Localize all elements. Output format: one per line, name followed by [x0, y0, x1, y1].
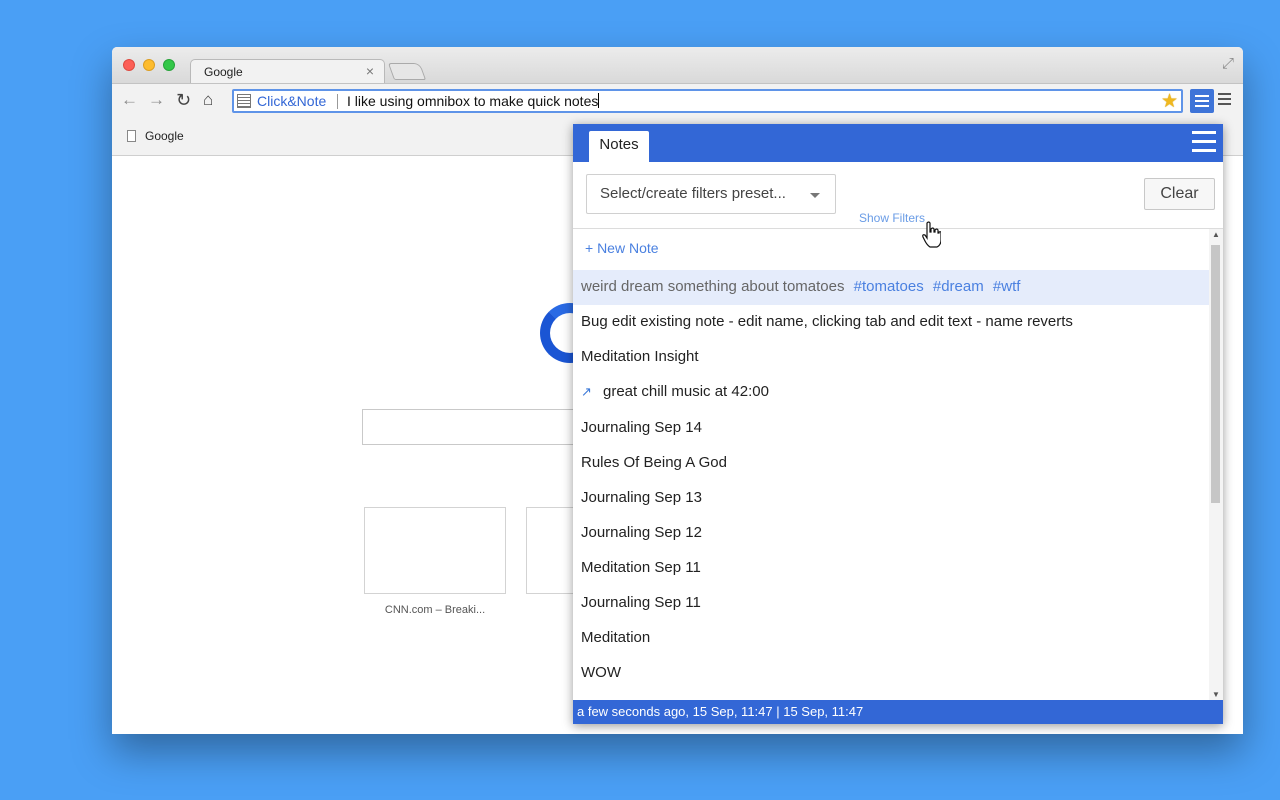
note-item[interactable]: Meditation Sep 11: [573, 551, 1209, 586]
popup-menu-icon[interactable]: [1192, 131, 1216, 158]
note-item[interactable]: Journaling Sep 12: [573, 516, 1209, 551]
note-title: Rules Of Being A God: [581, 454, 727, 471]
note-tag[interactable]: #dream: [933, 278, 984, 295]
browser-tab[interactable]: Google ×: [190, 59, 385, 84]
page-icon: [127, 130, 136, 142]
note-title: Journaling Sep 11: [581, 594, 701, 611]
bookmark-star-icon[interactable]: ★: [1161, 90, 1178, 113]
note-item[interactable]: Journaling Sep 13: [573, 481, 1209, 516]
note-item[interactable]: Rules Of Being A God: [573, 446, 1209, 481]
note-item[interactable]: Journaling Sep 11: [573, 586, 1209, 621]
note-item[interactable]: Journaling Sep 14: [573, 411, 1209, 446]
hand-cursor-icon: [922, 221, 941, 248]
zoom-window-button[interactable]: [163, 59, 175, 71]
chrome-menu-icon[interactable]: [1218, 93, 1231, 108]
note-title: Journaling Sep 12: [581, 524, 702, 541]
note-title: Meditation Insight: [581, 348, 699, 365]
omnibox-separator: [337, 94, 338, 109]
omnibox-keyword: Click&Note: [257, 93, 327, 109]
new-note-button[interactable]: + New Note: [585, 240, 659, 256]
note-item[interactable]: Meditation Insight: [573, 340, 1209, 375]
note-item[interactable]: Meditation: [573, 621, 1209, 656]
popup-header: Notes: [573, 124, 1223, 162]
browser-toolbar: ← → ↻ ⌂ Click&Note I like using omnibox …: [112, 83, 1243, 118]
chevron-down-icon: [810, 193, 820, 198]
filters-preset-placeholder: Select/create filters preset...: [600, 185, 786, 202]
most-visited-thumbnail[interactable]: [364, 507, 506, 594]
tab-notes[interactable]: Notes: [589, 131, 649, 162]
omnibox-text: I like using omnibox to make quick notes: [347, 93, 599, 109]
notes-scrollbar[interactable]: ▲ ▼: [1209, 229, 1223, 700]
notes-list: + New Note weird dream something about t…: [573, 229, 1209, 700]
note-title: great chill music at 42:00: [603, 383, 769, 400]
page-icon: [237, 94, 251, 108]
bookmark-google[interactable]: Google: [145, 129, 184, 143]
scrollbar-thumb[interactable]: [1211, 245, 1220, 503]
note-tag[interactable]: #wtf: [993, 278, 1021, 295]
thumbnail-label: CNN.com – Breaki...: [384, 604, 486, 616]
text-caret: [598, 93, 600, 108]
status-bar: a few seconds ago, 15 Sep, 11:47 | 15 Se…: [573, 700, 1223, 724]
minimize-window-button[interactable]: [143, 59, 155, 71]
title-bar: Google × ⤢: [112, 47, 1243, 84]
note-item[interactable]: WOW: [573, 656, 1209, 691]
scroll-down-icon[interactable]: ▼: [1212, 690, 1220, 699]
note-item[interactable]: Bug edit existing note - edit name, clic…: [573, 305, 1209, 340]
note-title: Journaling Sep 13: [581, 489, 702, 506]
close-window-button[interactable]: [123, 59, 135, 71]
note-item[interactable]: ↗ great chill music at 42:00: [573, 375, 1209, 410]
google-search-input[interactable]: [362, 409, 602, 445]
filters-preset-select[interactable]: Select/create filters preset...: [586, 174, 836, 214]
clear-button[interactable]: Clear: [1144, 178, 1215, 210]
new-tab-button[interactable]: [387, 63, 427, 80]
note-title: Meditation Sep 11: [581, 559, 701, 576]
note-title: Bug edit existing note - edit name, clic…: [581, 313, 1073, 330]
tab-close-icon[interactable]: ×: [366, 63, 374, 79]
home-icon[interactable]: ⌂: [203, 90, 213, 110]
note-title: Journaling Sep 14: [581, 419, 702, 436]
fullscreen-icon[interactable]: ⤢: [1222, 55, 1234, 72]
note-title: WOW: [581, 664, 621, 681]
note-tag[interactable]: #tomatoes: [854, 278, 924, 295]
click-and-note-popup: Notes Select/create filters preset... Cl…: [573, 124, 1223, 724]
omnibox[interactable]: Click&Note I like using omnibox to make …: [232, 89, 1183, 113]
click-and-note-extension-button[interactable]: [1190, 89, 1214, 113]
show-filters-link[interactable]: Show Filters: [859, 211, 925, 225]
back-icon[interactable]: ←: [121, 90, 138, 110]
scroll-up-icon[interactable]: ▲: [1212, 230, 1220, 239]
omnibox-input[interactable]: I like using omnibox to make quick notes: [347, 93, 600, 109]
forward-icon[interactable]: →: [148, 90, 165, 110]
note-item[interactable]: weird dream something about tomatoes #to…: [573, 270, 1209, 305]
reload-icon[interactable]: ↻: [176, 90, 191, 110]
external-link-icon[interactable]: ↗: [581, 375, 593, 409]
note-title: weird dream something about tomatoes: [581, 278, 845, 295]
tab-title: Google: [204, 65, 243, 79]
note-title: Meditation: [581, 629, 651, 646]
